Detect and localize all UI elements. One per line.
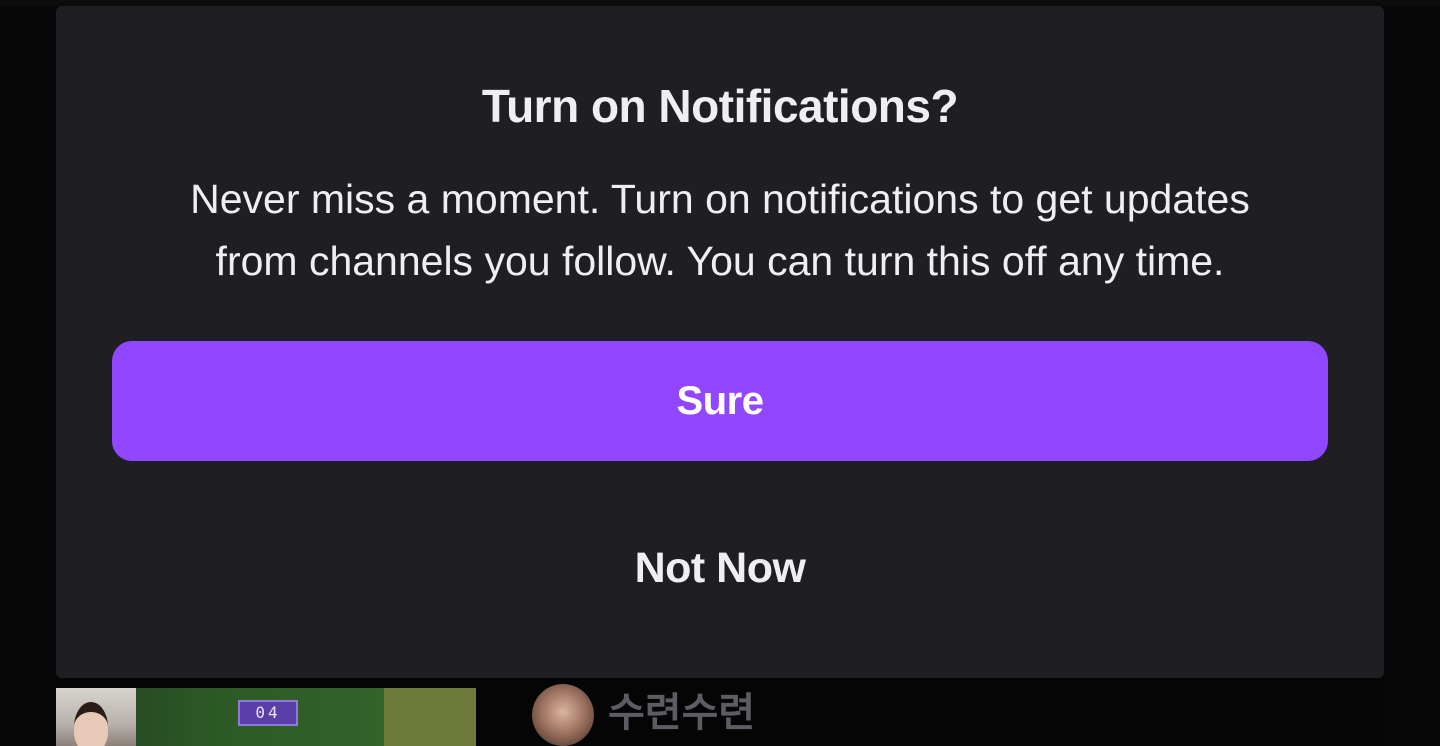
backdrop-left — [0, 0, 56, 746]
channel-name[interactable]: 수련수련 — [608, 688, 755, 738]
page: Turn on Notifications? Never miss a mome… — [0, 0, 1440, 746]
streamer-cam — [56, 688, 136, 746]
dialog-message-line-1: Never miss a moment. Turn on notificatio… — [190, 176, 1250, 222]
backdrop-right — [1384, 0, 1440, 746]
not-now-button[interactable]: Not Now — [520, 526, 920, 610]
stream-score-display: 04 — [238, 700, 298, 726]
dialog-message: Never miss a moment. Turn on notificatio… — [116, 168, 1324, 292]
streamer-face — [74, 702, 108, 746]
notification-dialog: Turn on Notifications? Never miss a mome… — [56, 6, 1384, 678]
dialog-title: Turn on Notifications? — [481, 80, 959, 132]
dialog-message-line-2: from channels you follow. You can turn t… — [215, 238, 1225, 284]
sure-button[interactable]: Sure — [112, 341, 1328, 461]
channel-avatar[interactable] — [532, 684, 594, 746]
stream-thumbnail[interactable]: 04 — [56, 688, 476, 746]
stream-chat-overlay — [384, 688, 476, 746]
